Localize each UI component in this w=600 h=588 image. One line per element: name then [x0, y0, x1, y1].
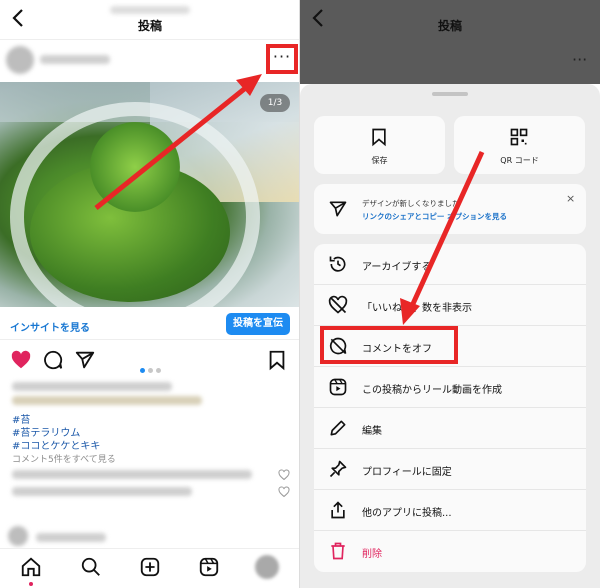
blurred-caption — [12, 382, 172, 391]
sheet-grabber[interactable] — [432, 92, 468, 96]
heart-outline-icon[interactable] — [278, 486, 290, 498]
design-notice: デザインが新しくなりました リンクのシェアとコピー オプションを見る × — [314, 184, 586, 234]
menu-item-label: アーカイブする — [362, 262, 432, 273]
share-icon[interactable] — [74, 349, 96, 371]
archive-icon — [329, 256, 346, 272]
menu-item-delete[interactable]: 削除 — [314, 531, 586, 572]
blurred-author-name — [36, 533, 106, 542]
heart-outline-icon[interactable] — [278, 469, 290, 481]
more-icon: ··· — [572, 50, 588, 69]
avatar[interactable] — [8, 526, 28, 546]
post-screen: 投稿 ··· 1/3 インサイトを見る 投稿を宣伝 #苔 #苔テラリウム #ココ… — [0, 0, 300, 588]
hashtag[interactable]: #ココとケケとキキ — [12, 437, 100, 452]
menu-item-label: 削除 — [362, 549, 382, 560]
blurred-author-name[interactable] — [40, 55, 110, 64]
highlight-box — [320, 326, 458, 364]
promote-button[interactable]: 投稿を宣伝 — [226, 313, 290, 335]
post-actions — [0, 346, 300, 376]
home-icon[interactable] — [20, 556, 42, 578]
hide-likes-icon — [328, 295, 348, 314]
menu-item-label: プロフィールに固定 — [362, 467, 452, 478]
blurred-username — [110, 6, 190, 14]
qr-code-button[interactable]: QR コード — [454, 116, 585, 174]
menu-item-hide-likes[interactable]: 「いいね！」数を非表示 — [314, 285, 586, 326]
bookmark-icon — [372, 128, 386, 147]
pin-icon — [329, 460, 347, 478]
menu-item-create-reel[interactable]: この投稿からリール動画を作成 — [314, 367, 586, 408]
carousel-dots — [140, 358, 164, 377]
bottom-tab-bar — [0, 548, 300, 588]
qr-code-icon — [510, 128, 528, 146]
dimmed-background[interactable]: 投稿 ··· — [300, 0, 600, 84]
profile-avatar[interactable] — [255, 555, 279, 579]
search-icon[interactable] — [80, 556, 102, 578]
menu-item-label: 「いいね！」数を非表示 — [362, 303, 472, 314]
menu-item-label: 編集 — [362, 426, 382, 437]
blurred-comment — [12, 470, 252, 479]
insight-link[interactable]: インサイトを見る — [10, 319, 90, 334]
save-label: 保存 — [371, 156, 388, 165]
trash-icon — [331, 542, 345, 560]
menu-item-share-other-apps[interactable]: 他のアプリに投稿... — [314, 490, 586, 531]
close-icon[interactable]: × — [566, 192, 575, 205]
blurred-caption — [12, 396, 202, 405]
heart-filled-icon[interactable] — [10, 349, 32, 371]
bookmark-icon[interactable] — [266, 349, 288, 371]
edit-icon — [330, 420, 346, 436]
page-title: 投稿 — [137, 19, 162, 33]
qr-code-label: QR コード — [500, 156, 539, 165]
page-title: 投稿 — [437, 19, 462, 33]
save-button[interactable]: 保存 — [314, 116, 445, 174]
post-photo[interactable]: 1/3 — [0, 82, 300, 307]
send-icon — [329, 201, 347, 217]
reels-icon[interactable] — [198, 556, 220, 578]
more-icon: ··· — [272, 47, 292, 66]
view-all-comments[interactable]: コメント5件をすべて見る — [12, 452, 116, 465]
menu-item-label: この投稿からリール動画を作成 — [362, 385, 502, 396]
post-author-row — [0, 40, 300, 82]
notice-text: デザインが新しくなりました — [362, 199, 460, 208]
avatar[interactable] — [6, 46, 34, 74]
share-icon — [331, 501, 345, 519]
menu-item-label: 他のアプリに投稿... — [362, 508, 452, 519]
create-icon[interactable] — [139, 556, 161, 578]
notice-link[interactable]: リンクのシェアとコピー オプションを見る — [362, 211, 507, 222]
header: 投稿 — [0, 0, 300, 40]
menu-item-edit[interactable]: 編集 — [314, 408, 586, 449]
menu-item-archive[interactable]: アーカイブする — [314, 244, 586, 285]
reel-icon — [329, 378, 347, 396]
comment-icon[interactable] — [42, 349, 64, 371]
options-menu: アーカイブする 「いいね！」数を非表示 コメントをオフ この投稿からリール動画を… — [314, 244, 586, 572]
insight-row: インサイトを見る 投稿を宣伝 — [0, 310, 300, 340]
more-options-button[interactable]: ··· — [266, 44, 298, 74]
blurred-comment — [12, 487, 192, 496]
photo-pager: 1/3 — [260, 94, 290, 112]
post-options-screen: 投稿 ··· 保存 QR コード デザインが新しくなりました リンクのシェアとコ… — [300, 0, 600, 588]
notification-dot — [29, 582, 33, 586]
menu-item-pin[interactable]: プロフィールに固定 — [314, 449, 586, 490]
